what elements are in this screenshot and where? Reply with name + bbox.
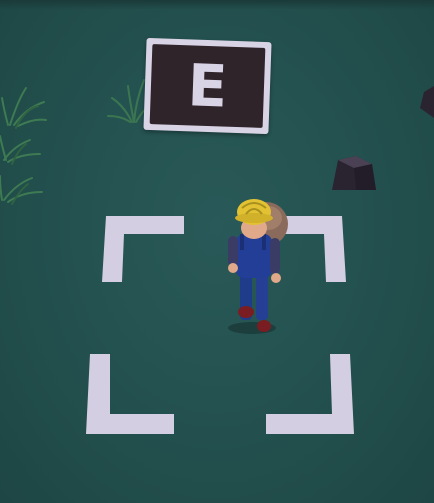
worker-character[interactable]	[216, 188, 296, 338]
sign-panel: E	[149, 44, 266, 128]
corner-marker-top-left	[102, 216, 184, 282]
game-scene: E	[0, 0, 434, 503]
rock-edge	[420, 86, 434, 118]
sign-letter: E	[186, 51, 229, 121]
corner-marker-bottom-right	[266, 354, 354, 434]
corner-marker-bottom-left	[86, 354, 174, 434]
letter-sign: E	[143, 37, 272, 135]
scene-top-edge	[0, 0, 434, 10]
grass-tuft-left	[0, 87, 47, 205]
rock	[332, 156, 376, 190]
